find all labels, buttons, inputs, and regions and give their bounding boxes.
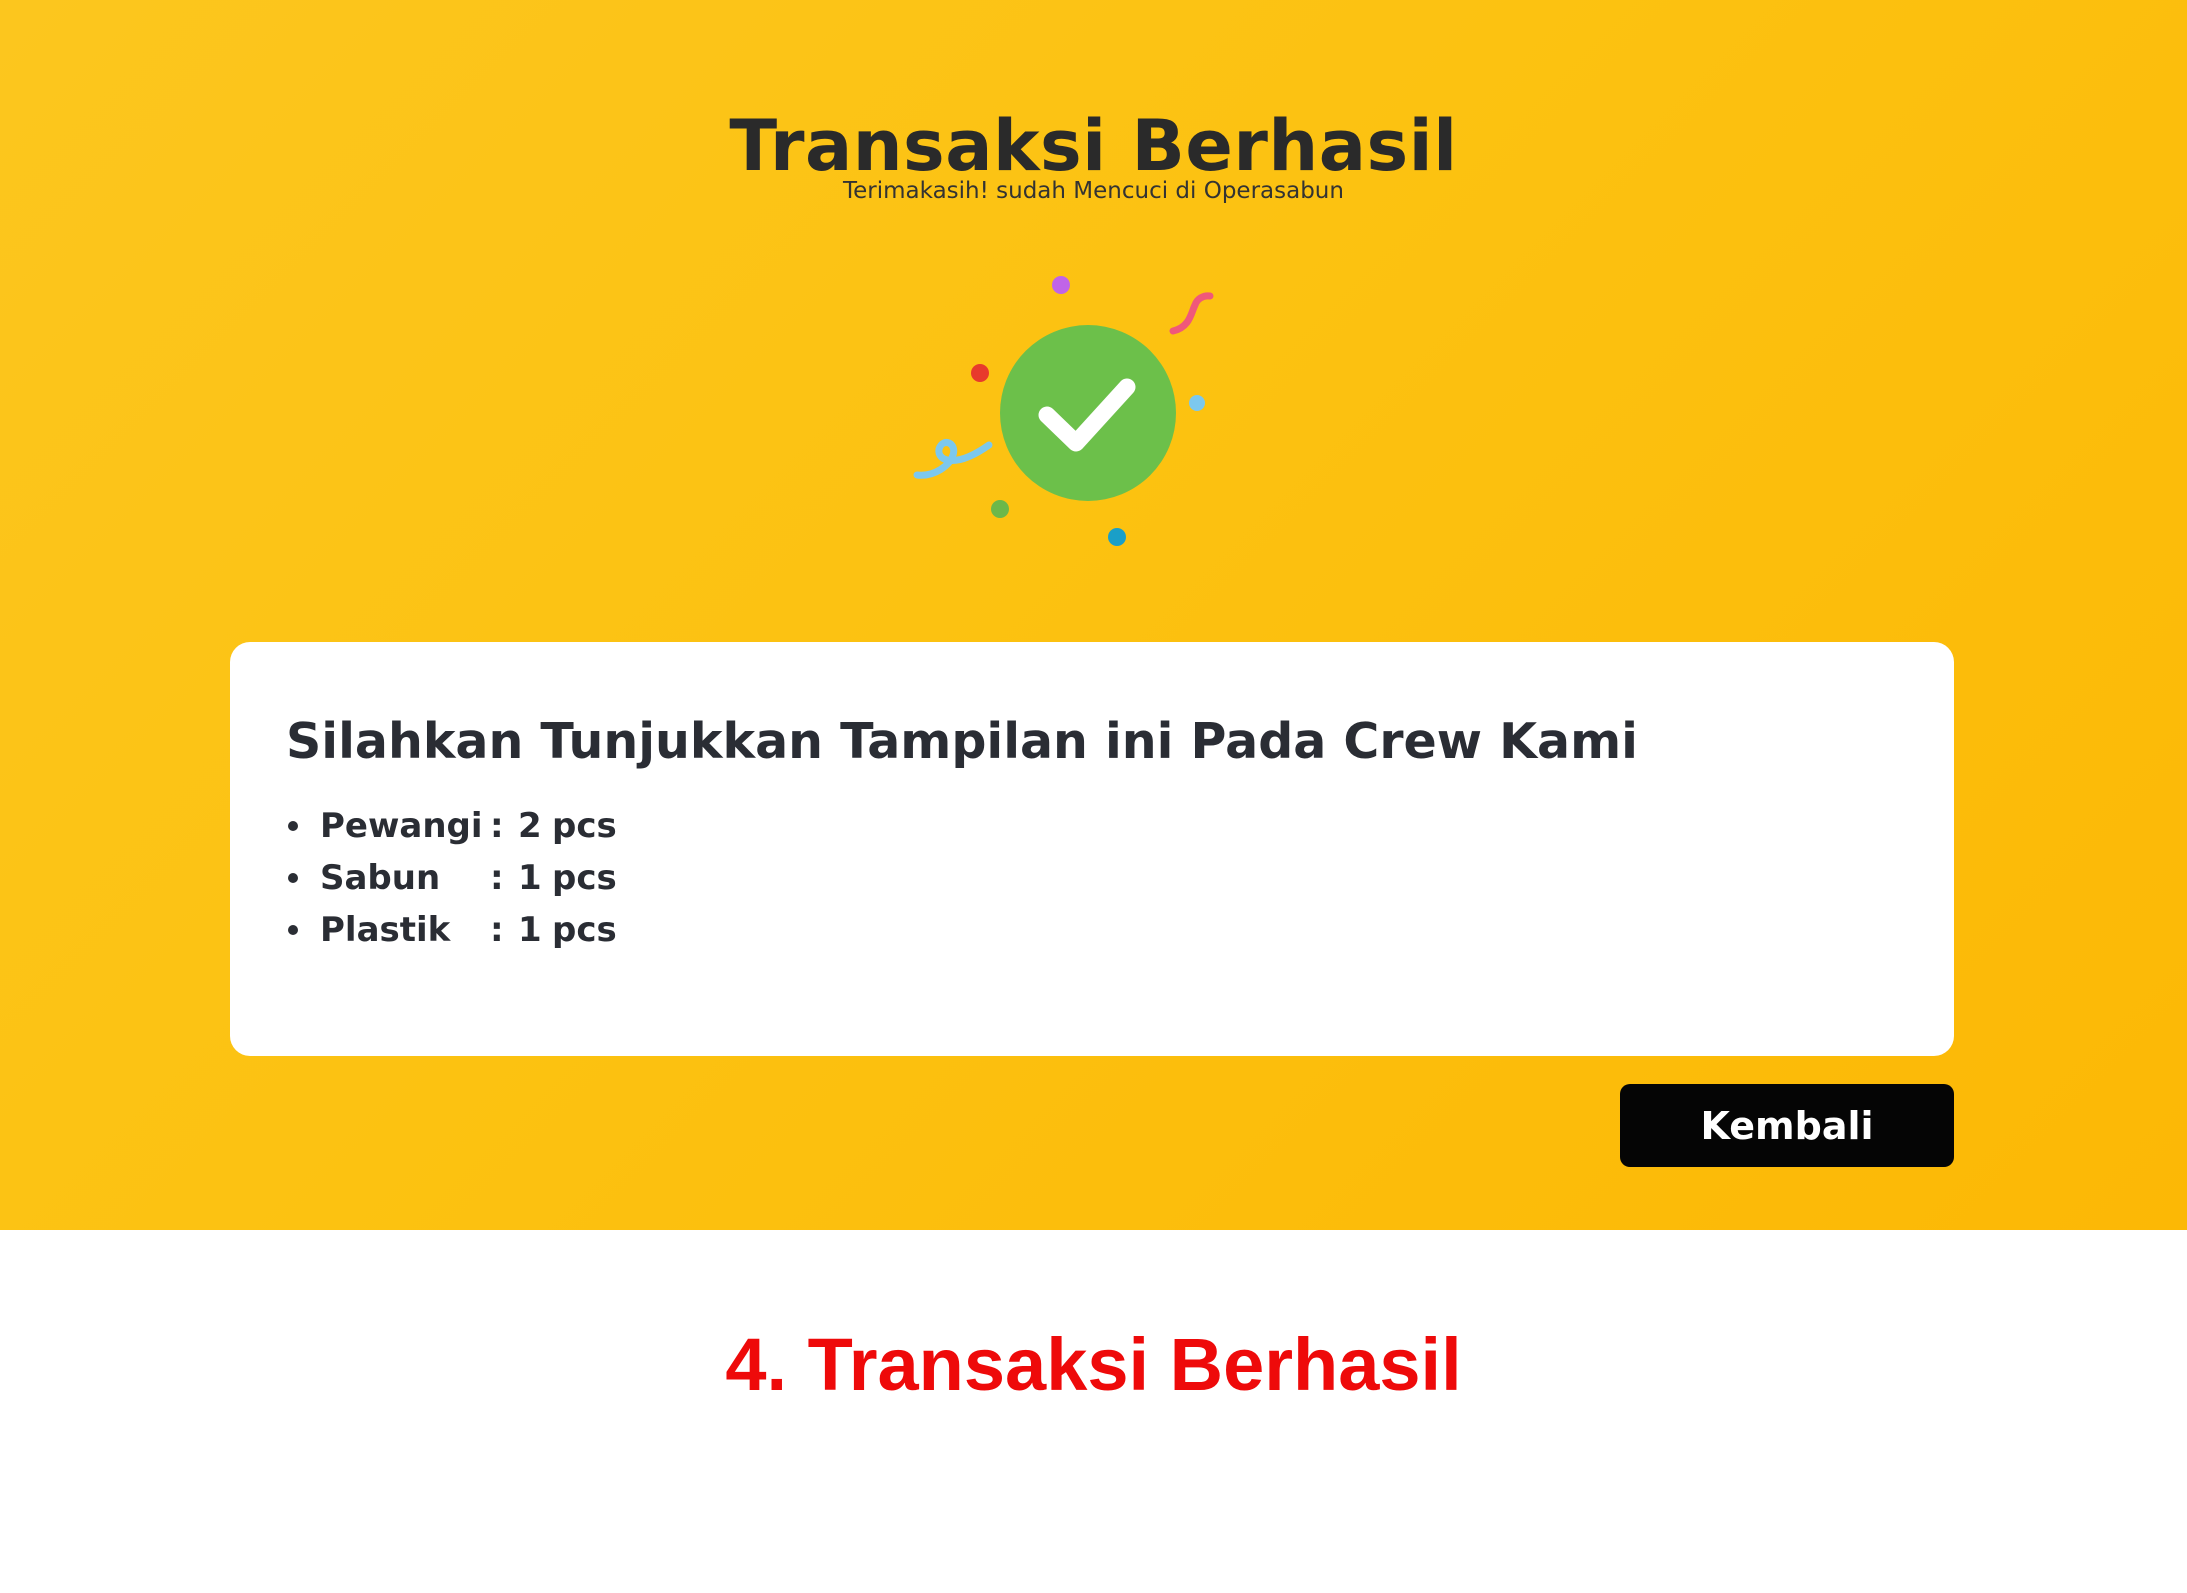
bullet — [288, 873, 298, 883]
card-heading: Silahkan Tunjukkan Tampilan ini Pada Cre… — [286, 713, 1638, 770]
list-item: Pewangi : 2 pcs — [288, 800, 632, 852]
check-circle-icon — [1000, 325, 1176, 501]
bullet — [288, 821, 298, 831]
caption-number: 4. — [725, 1323, 788, 1406]
item-unit: pcs — [552, 910, 617, 950]
item-unit: pcs — [552, 806, 617, 846]
item-name: Plastik — [320, 910, 451, 950]
item-list: Pewangi : 2 pcs Sabun : 1 pcs Plastik : … — [288, 800, 632, 956]
item-separator: : — [490, 910, 504, 950]
success-screen: Transaksi Berhasil Terimakasih! sudah Me… — [0, 0, 2187, 1230]
item-separator: : — [490, 858, 504, 898]
confetti-streamer-blue — [913, 439, 993, 479]
confetti-streamer-pink — [1169, 292, 1214, 335]
item-name: Pewangi — [320, 806, 483, 846]
item-unit: pcs — [552, 858, 617, 898]
item-name: Sabun — [320, 858, 441, 898]
step-caption: 4. Transaksi Berhasil — [0, 1320, 2187, 1410]
back-button[interactable]: Kembali — [1620, 1084, 1954, 1167]
item-separator: : — [490, 806, 504, 846]
confetti-dot-teal — [1108, 528, 1126, 546]
success-graphic — [913, 276, 1214, 546]
list-item: Plastik : 1 pcs — [288, 904, 632, 956]
item-quantity: 2 — [518, 806, 542, 846]
page-subtitle: Terimakasih! sudah Mencuci di Operasabun — [843, 178, 1344, 204]
caption-text: Transaksi Berhasil — [807, 1323, 1462, 1406]
list-item: Sabun : 1 pcs — [288, 852, 632, 904]
confetti-dot-green — [991, 500, 1009, 518]
confetti-dot-red — [971, 364, 989, 382]
confetti-dot-blue — [1189, 395, 1205, 411]
item-quantity: 1 — [518, 858, 542, 898]
confetti-dot-purple — [1052, 276, 1070, 294]
item-quantity: 1 — [518, 910, 542, 950]
instruction-card: Silahkan Tunjukkan Tampilan ini Pada Cre… — [230, 642, 1954, 1056]
bullet — [288, 925, 298, 935]
